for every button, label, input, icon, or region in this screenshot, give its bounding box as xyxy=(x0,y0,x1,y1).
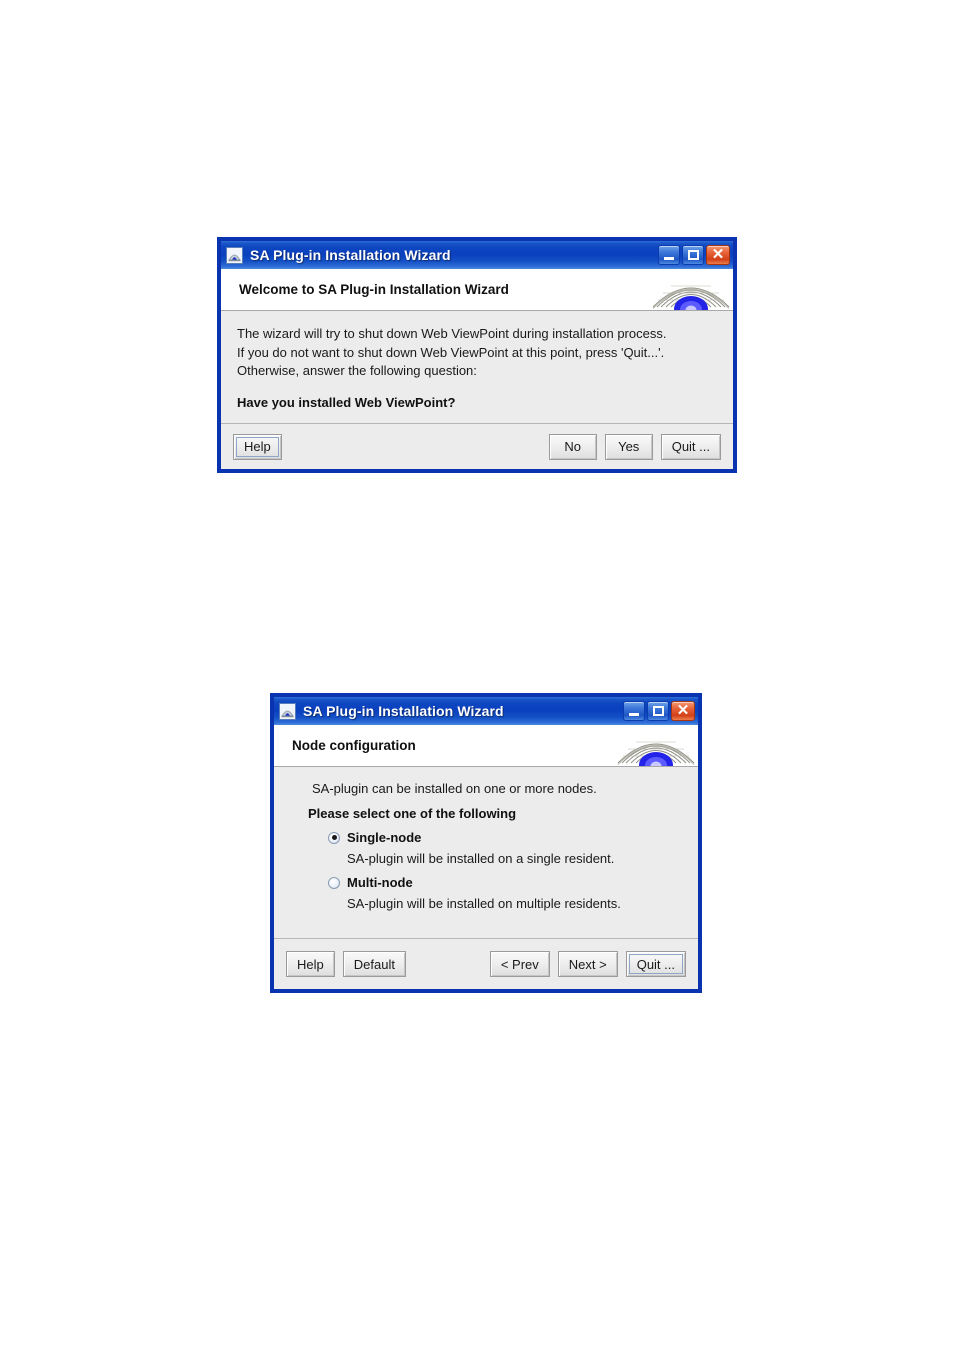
prompt-text: Please select one of the following xyxy=(308,806,517,821)
title-bar[interactable]: SA Plug-in Installation Wizard ✕ xyxy=(274,697,698,725)
radio-selected-icon[interactable] xyxy=(328,831,340,844)
window-controls: ✕ xyxy=(623,701,695,721)
dialog-header: Welcome to SA Plug-in Installation Wizar… xyxy=(221,269,733,311)
maximize-icon[interactable] xyxy=(647,701,669,721)
info-line-2: If you do not want to shut down Web View… xyxy=(237,344,665,360)
radio-option-single-node[interactable]: Single-node xyxy=(328,830,682,845)
window-title: SA Plug-in Installation Wizard xyxy=(303,703,504,719)
help-button[interactable]: Help xyxy=(286,951,335,977)
action-button-group: No Yes Quit ... xyxy=(548,433,721,460)
maximize-icon[interactable] xyxy=(682,245,704,265)
page-title: Welcome to SA Plug-in Installation Wizar… xyxy=(239,282,509,297)
help-button[interactable]: Help xyxy=(233,433,282,460)
window-title: SA Plug-in Installation Wizard xyxy=(250,247,451,263)
info-line-1: The wizard will try to shut down Web Vie… xyxy=(237,326,667,341)
dome-app-icon xyxy=(226,246,243,264)
question-text: Have you installed Web ViewPoint? xyxy=(237,394,456,410)
close-icon[interactable]: ✕ xyxy=(706,245,730,265)
page-title: Node configuration xyxy=(292,738,416,753)
title-bar[interactable]: SA Plug-in Installation Wizard ✕ xyxy=(221,241,733,269)
sa-plugin-node-configuration-dialog: SA Plug-in Installation Wizard ✕ Node co… xyxy=(271,694,701,992)
dome-app-icon xyxy=(279,702,296,720)
close-icon[interactable]: ✕ xyxy=(671,701,695,721)
prev-button[interactable]: < Prev xyxy=(489,951,550,977)
dialog-header: Node configuration xyxy=(274,725,698,767)
radio-label-multi-node: Multi-node xyxy=(347,875,413,890)
radio-unselected-icon[interactable] xyxy=(328,876,340,889)
navigation-button-group: < Prev Next > Quit ... xyxy=(489,951,686,977)
minimize-icon[interactable] xyxy=(658,245,680,265)
dome-logo xyxy=(614,725,698,766)
intro-text: SA-plugin can be installed on one or mor… xyxy=(312,781,597,796)
yes-button[interactable]: Yes xyxy=(604,433,653,460)
info-line-3: Otherwise, answer the following question… xyxy=(237,363,477,378)
dialog-button-bar: Help Default < Prev Next > Quit ... xyxy=(274,938,698,989)
dialog-content: SA-plugin can be installed on one or mor… xyxy=(274,767,698,942)
dialog-button-bar: Help No Yes Quit ... xyxy=(221,423,733,469)
window-controls: ✕ xyxy=(658,245,730,265)
radio-description-single-node: SA-plugin will be installed on a single … xyxy=(347,851,615,866)
quit-button[interactable]: Quit ... xyxy=(625,951,686,977)
radio-label-single-node: Single-node xyxy=(347,830,422,845)
radio-description-multi-node: SA-plugin will be installed on multiple … xyxy=(347,896,621,911)
dialog-content: The wizard will try to shut down Web Vie… xyxy=(221,311,733,421)
minimize-icon[interactable] xyxy=(623,701,645,721)
next-button[interactable]: Next > xyxy=(557,951,618,977)
radio-option-multi-node[interactable]: Multi-node xyxy=(328,875,682,890)
dome-logo xyxy=(649,269,733,310)
no-button[interactable]: No xyxy=(548,433,597,460)
default-button[interactable]: Default xyxy=(342,951,406,977)
sa-plugin-welcome-dialog: SA Plug-in Installation Wizard ✕ Welcome… xyxy=(218,238,736,472)
quit-button[interactable]: Quit ... xyxy=(660,433,721,460)
